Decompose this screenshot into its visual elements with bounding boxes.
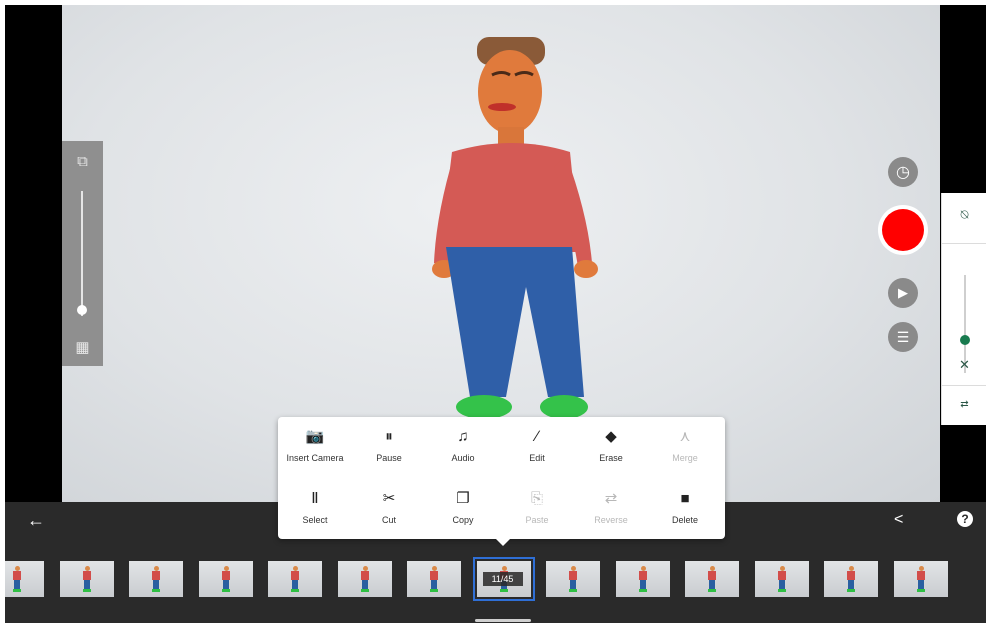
frame-figure: [638, 566, 647, 592]
menu-item-insert-camera[interactable]: 📷 Insert Camera: [278, 419, 352, 473]
trash-icon: ■: [680, 490, 690, 507]
frame-thumbnail[interactable]: [824, 561, 878, 597]
pause-icon: ⏸: [385, 428, 393, 445]
adjust-icon[interactable]: ⇄: [942, 399, 986, 410]
sliders-icon[interactable]: ☰: [888, 322, 918, 352]
music-note-icon: ♫: [457, 428, 469, 445]
selected-frame-thumbnail[interactable]: 11/45: [472, 557, 535, 601]
menu-item-copy[interactable]: ❐ Copy: [426, 481, 500, 535]
menu-item-label: Copy: [452, 515, 474, 525]
share-icon[interactable]: <: [894, 511, 903, 529]
menu-item-label: Delete: [671, 515, 698, 525]
onion-skin-slider-knob[interactable]: [77, 305, 87, 315]
frame-figure: [569, 566, 577, 592]
menu-item-label: Paste: [525, 515, 549, 525]
menu-item-paste[interactable]: ⎘ Paste: [500, 481, 574, 535]
menu-item-label: Erase: [599, 453, 623, 463]
frame-counter: 11/45: [482, 572, 523, 586]
frame-thumbnail[interactable]: [59, 561, 114, 597]
onion-skin-panel: ⧉ ▦: [62, 141, 103, 366]
frame-timeline[interactable]: 11/45: [5, 555, 986, 605]
frame-thumbnail[interactable]: [337, 561, 392, 597]
menu-item-label: Pause: [376, 453, 402, 463]
copy-layers-icon[interactable]: ⧉: [70, 149, 95, 174]
menu-item-erase[interactable]: ◆ Erase: [574, 419, 648, 473]
frame-thumbnail[interactable]: [685, 561, 739, 597]
frame-thumbnail[interactable]: [754, 561, 809, 597]
frame-figure: [360, 566, 369, 592]
frame-figure: [82, 566, 91, 592]
merge-icon: ⋏: [679, 428, 691, 445]
onion-skin-slider[interactable]: [77, 191, 87, 316]
clock-icon[interactable]: ◷: [888, 157, 918, 187]
volume-slider-knob[interactable]: [960, 335, 970, 345]
menu-item-label: Cut: [381, 515, 396, 525]
camera-icon: 📷: [305, 428, 325, 445]
menu-item-label: Audio: [451, 453, 475, 463]
volume-off-icon[interactable]: ✕: [942, 357, 986, 373]
arrow-left-icon[interactable]: ←: [27, 510, 45, 531]
copy-icon: ❐: [456, 490, 470, 507]
divider: [942, 385, 986, 386]
menu-item-delete[interactable]: ■ Delete: [648, 481, 722, 535]
frame-figure: [847, 566, 855, 592]
clay-figure: [432, 37, 598, 419]
select-frames-icon: Ⅱ: [311, 490, 319, 507]
scissors-icon: ✂: [382, 490, 396, 507]
divider: [942, 243, 986, 244]
frame-figure: [708, 566, 716, 592]
menu-item-label: Insert Camera: [286, 453, 344, 463]
frame-figure: [430, 566, 438, 592]
muted-bell-icon[interactable]: ⍉: [942, 207, 986, 223]
grid-overlay-icon[interactable]: ▦: [70, 334, 95, 359]
home-indicator: [475, 619, 531, 622]
frame-thumbnail[interactable]: [407, 561, 461, 597]
menu-item-label: Reverse: [594, 515, 628, 525]
frame-thumbnail[interactable]: [5, 561, 44, 597]
record-button[interactable]: [878, 205, 928, 255]
reverse-icon: ⇄: [604, 490, 618, 507]
frame-thumbnail[interactable]: [546, 561, 600, 597]
menu-item-merge[interactable]: ⋏ Merge: [648, 419, 722, 473]
menu-item-label: Select: [302, 515, 328, 525]
frame-thumbnail[interactable]: [615, 561, 670, 597]
app-screen: ⧉ ▦ ◷ ▶ ☰ ⍉ ✕ ⇄ ← < ? 11/45 📷 Insert Cam…: [5, 5, 986, 623]
menu-item-edit[interactable]: ∕ Edit: [500, 419, 574, 473]
frame-actions-menu: 📷 Insert Camera ⏸ Pause ♫ Audio ∕ Edit ◆…: [278, 417, 725, 546]
menu-item-select[interactable]: Ⅱ Select: [278, 481, 352, 535]
menu-item-audio[interactable]: ♫ Audio: [426, 419, 500, 473]
menu-item-pause[interactable]: ⏸ Pause: [352, 419, 426, 473]
menu-item-reverse[interactable]: ⇄ Reverse: [574, 481, 648, 535]
frame-thumbnail[interactable]: [893, 561, 948, 597]
frame-figure: [13, 566, 21, 592]
frame-thumbnail[interactable]: [198, 561, 253, 597]
frame-thumbnail[interactable]: [129, 561, 183, 597]
frame-figure: [291, 566, 299, 592]
record-dot: [882, 209, 924, 251]
frame-figure: [152, 566, 160, 592]
brush-icon: ∕: [535, 428, 539, 445]
frame-figure: [221, 566, 230, 592]
menu-item-cut[interactable]: ✂ Cut: [352, 481, 426, 535]
menu-item-label: Edit: [529, 453, 545, 463]
clipboard-icon: ⎘: [530, 490, 543, 507]
help-icon[interactable]: ?: [957, 511, 973, 527]
menu-item-label: Merge: [672, 453, 698, 463]
frame-figure: [916, 566, 925, 592]
audio-panel: ⍉ ✕ ⇄: [941, 193, 986, 425]
frame-figure: [777, 566, 786, 592]
frame-thumbnail[interactable]: [268, 561, 322, 597]
play-icon[interactable]: ▶: [888, 278, 918, 308]
eraser-icon: ◆: [605, 428, 617, 445]
